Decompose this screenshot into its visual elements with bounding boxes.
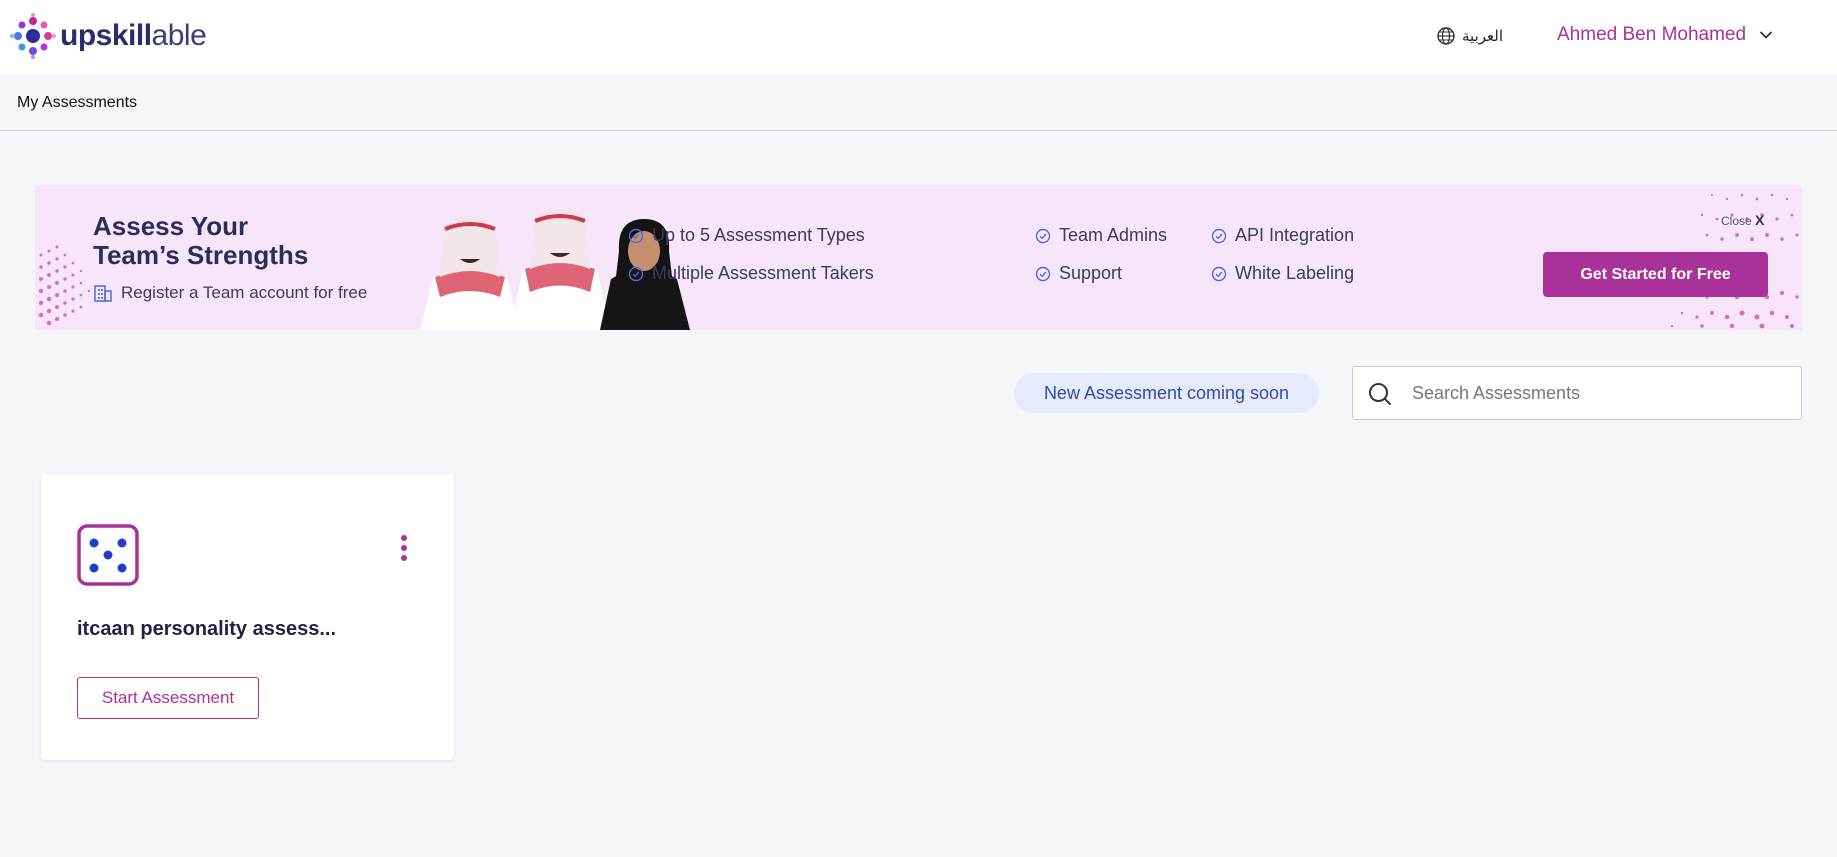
banner-subtitle-text: Register a Team account for free (121, 283, 368, 302)
check-circle-icon (628, 228, 644, 243)
dice-icon (77, 524, 139, 586)
banner-feature-3: Team Admins (1035, 225, 1167, 246)
logo-word-bold: upskill (60, 19, 152, 52)
user-name: Ahmed Ben Mohamed (1557, 24, 1747, 45)
banner-feature-6-label: White Labeling (1235, 263, 1355, 283)
banner-title-line2: Team’s Strengths (93, 240, 309, 270)
check-circle-icon (1035, 228, 1051, 243)
search-box[interactable] (1352, 366, 1802, 420)
chevron-down-icon (1760, 31, 1772, 39)
search-icon (1369, 383, 1391, 405)
breadcrumb-current: My Assessments (17, 94, 138, 111)
search-input[interactable] (1412, 367, 1792, 419)
banner-feature-2-label: Multiple Assessment Takers (652, 263, 874, 283)
logo-wordmark: upskillable (60, 19, 207, 53)
coming-soon-badge: New Assessment coming soon (1014, 373, 1319, 413)
top-header: upskillable العربية Ahmed Ben Mohamed (0, 0, 1837, 74)
banner-feature-4-label: Support (1059, 263, 1123, 283)
upskillable-logo[interactable]: upskillable (10, 12, 207, 60)
assessment-title: itcaan personality assess... (77, 618, 337, 640)
banner-feature-5-label: API Integration (1235, 225, 1355, 245)
globe-icon (1437, 27, 1455, 45)
banner-title-line1: Assess Your (93, 211, 249, 241)
banner-close-button[interactable]: Close X (1721, 212, 1764, 228)
check-circle-icon (1211, 266, 1227, 281)
logo-burst-icon (10, 13, 56, 59)
breadcrumb: My Assessments (0, 74, 1837, 131)
user-menu[interactable]: Ahmed Ben Mohamed (1557, 24, 1774, 46)
banner-feature-2: Multiple Assessment Takers (628, 263, 874, 284)
check-circle-icon (1035, 266, 1051, 281)
language-label: العربية (1462, 28, 1503, 45)
banner-feature-1: Up to 5 Assessment Types (628, 225, 865, 246)
building-icon (94, 285, 112, 302)
banner-feature-6: White Labeling (1211, 263, 1354, 284)
start-assessment-button[interactable]: Start Assessment (77, 677, 259, 719)
get-started-button[interactable]: Get Started for Free (1543, 252, 1768, 297)
banner-feature-5: API Integration (1211, 225, 1354, 246)
banner-title: Assess Your Team’s Strengths (93, 212, 308, 270)
assessment-card: itcaan personality assess... Start Asses… (41, 474, 454, 760)
check-circle-icon (628, 266, 644, 281)
banner-feature-4: Support (1035, 263, 1122, 284)
check-circle-icon (1211, 228, 1227, 243)
language-switcher[interactable]: العربية (1436, 26, 1503, 46)
team-promo-banner: Assess Your Team’s Strengths Register a … (35, 185, 1802, 330)
banner-feature-3-label: Team Admins (1059, 225, 1168, 245)
more-options-icon[interactable] (398, 534, 410, 564)
banner-close-label: Close (1721, 214, 1752, 228)
banner-feature-1-label: Up to 5 Assessment Types (652, 225, 865, 245)
close-x-icon: X (1755, 212, 1765, 228)
logo-word-light: able (151, 19, 207, 52)
banner-subtitle: Register a Team account for free (93, 283, 367, 303)
